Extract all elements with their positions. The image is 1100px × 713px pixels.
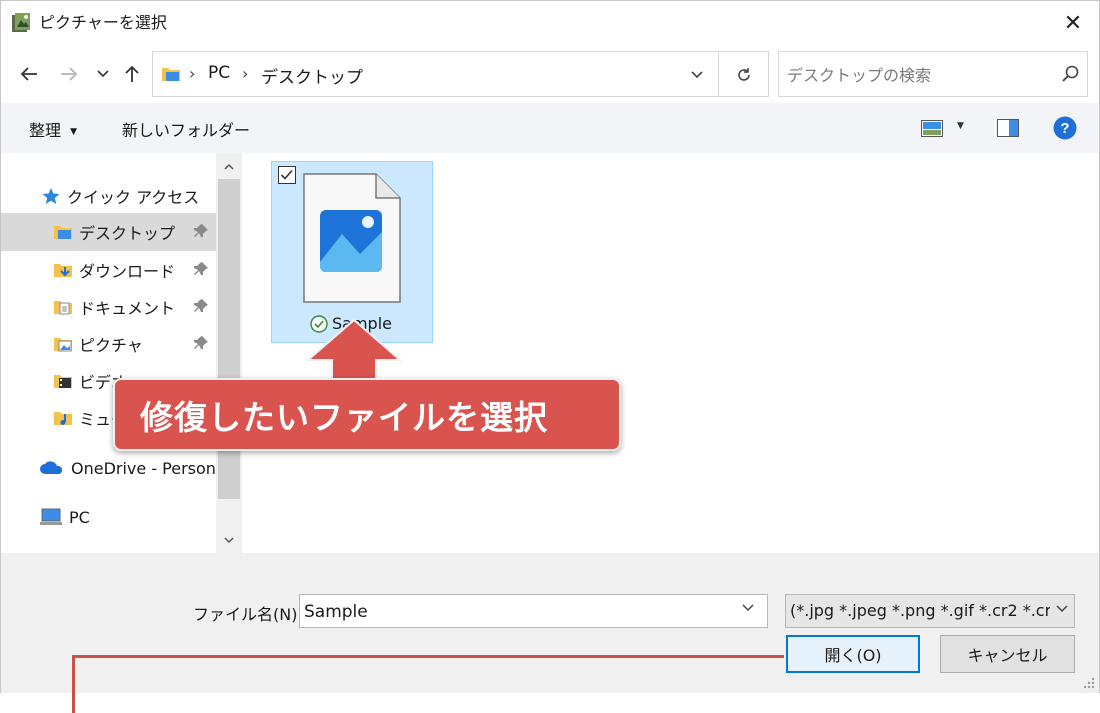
downloads-folder-icon xyxy=(54,264,72,277)
sidebar-item-label: OneDrive - Personal xyxy=(71,458,216,478)
sidebar-item-label: デスクトップ xyxy=(79,224,176,243)
window-title: ピクチャーを選択 xyxy=(39,13,167,32)
open-button[interactable]: 開く(O) xyxy=(786,635,920,673)
file-item[interactable]: Sample xyxy=(271,161,433,343)
annotation-line xyxy=(72,655,75,713)
sidebar-item-pictures[interactable]: ピクチャ xyxy=(1,325,216,363)
address-row: › PC › デスクトップ xyxy=(1,45,1099,103)
chevron-down-icon[interactable] xyxy=(742,601,754,616)
help-icon[interactable]: ? xyxy=(1053,116,1077,140)
sidebar-item-label: ピクチャ xyxy=(79,336,143,355)
star-icon xyxy=(42,188,60,204)
search-icon[interactable] xyxy=(1061,64,1081,84)
address-bar[interactable]: › PC › デスクトップ xyxy=(152,51,769,97)
folder-icon xyxy=(162,68,180,81)
preview-pane-icon[interactable] xyxy=(997,119,1019,137)
photos-app-icon xyxy=(12,13,30,32)
forward-arrow-icon[interactable] xyxy=(56,61,82,87)
command-bar: 整理 ▼ 新しいフォルダー ▼ ? xyxy=(1,103,1099,153)
image-file-icon xyxy=(303,173,401,303)
pictures-folder-icon xyxy=(54,338,72,352)
chevron-down-icon xyxy=(1056,602,1068,617)
breadcrumb-separator: › xyxy=(189,64,196,83)
organize-menu[interactable]: 整理 ▼ xyxy=(29,117,77,141)
sidebar-item-label: PC xyxy=(69,507,90,527)
sidebar-item-downloads[interactable]: ダウンロード xyxy=(1,251,216,289)
search-input[interactable] xyxy=(787,63,1047,87)
address-dropdown-icon[interactable] xyxy=(686,64,708,86)
pin-icon xyxy=(194,299,208,312)
filetype-value: (*.jpg *.jpeg *.png *.gif *.cr2 *.cr3 xyxy=(790,601,1050,620)
pin-icon xyxy=(194,262,208,275)
navigation-pane: クイック アクセス デスクトップ ダウンロード ドキュメント ピクチャ ビデオ xyxy=(1,153,244,553)
annotation-arrow-icon xyxy=(306,318,402,383)
checkbox-checked-icon[interactable] xyxy=(278,166,296,184)
cancel-button[interactable]: キャンセル xyxy=(940,635,1075,673)
title-bar: ピクチャーを選択 ✕ xyxy=(1,1,1099,45)
search-box[interactable] xyxy=(778,51,1088,97)
view-dropdown-icon[interactable]: ▼ xyxy=(957,121,964,131)
scrollbar-thumb[interactable] xyxy=(218,179,240,499)
file-name-panel: ファイル名(N): (*.jpg *.jpeg *.png *.gif *.cr… xyxy=(1,553,1099,693)
close-button[interactable]: ✕ xyxy=(1047,1,1099,45)
scroll-up-icon[interactable] xyxy=(216,155,242,177)
documents-folder-icon xyxy=(54,301,72,315)
videos-folder-icon xyxy=(54,375,72,388)
onedrive-cloud-icon xyxy=(40,461,63,474)
music-folder-icon xyxy=(54,412,72,425)
organize-label: 整理 xyxy=(29,121,62,140)
filename-combobox[interactable] xyxy=(299,594,768,628)
file-picker-dialog: ピクチャーを選択 ✕ › PC › デスクトップ デスクトップの検索 整理 ▼ … xyxy=(0,0,1100,693)
up-arrow-icon[interactable] xyxy=(119,61,145,87)
svg-text:?: ? xyxy=(1060,120,1069,137)
pin-icon xyxy=(194,336,208,349)
filename-input[interactable] xyxy=(304,600,734,624)
sidebar-item-label: クイック アクセス xyxy=(67,188,200,207)
pin-icon xyxy=(194,224,208,237)
divider xyxy=(718,52,719,96)
breadcrumb-desktop[interactable]: デスクトップ xyxy=(261,63,363,88)
sidebar-item-onedrive[interactable]: OneDrive - Personal xyxy=(1,449,216,487)
sidebar-scrollbar[interactable] xyxy=(216,153,242,553)
filetype-select[interactable]: (*.jpg *.jpeg *.png *.gif *.cr2 *.cr3 xyxy=(785,594,1075,628)
scroll-down-icon[interactable] xyxy=(216,529,242,551)
sidebar-item-label: ドキュメント xyxy=(79,299,176,318)
computer-icon xyxy=(40,508,62,525)
filename-label: ファイル名(N): xyxy=(193,605,303,624)
desktop-folder-icon xyxy=(54,226,72,239)
annotation-line xyxy=(72,655,784,658)
recent-locations-chevron-icon[interactable] xyxy=(90,61,116,87)
sidebar-item-quick-access[interactable]: クイック アクセス xyxy=(1,177,216,215)
caret-down-icon: ▼ xyxy=(70,126,78,137)
sidebar-item-label: ダウンロード xyxy=(79,262,176,281)
sidebar-item-desktop[interactable]: デスクトップ xyxy=(1,213,216,251)
view-options-icon[interactable] xyxy=(921,120,943,137)
sidebar-item-pc[interactable]: PC xyxy=(1,498,216,536)
refresh-icon[interactable] xyxy=(731,62,757,88)
breadcrumb-separator: › xyxy=(242,64,249,83)
back-arrow-icon[interactable] xyxy=(16,61,42,87)
breadcrumb-pc[interactable]: PC xyxy=(208,63,230,83)
new-folder-button[interactable]: 新しいフォルダー xyxy=(122,117,250,141)
sidebar-item-documents[interactable]: ドキュメント xyxy=(1,288,216,326)
annotation-callout: 修復したいファイルを選択 xyxy=(113,378,621,451)
resize-grip-icon[interactable] xyxy=(1081,675,1095,689)
